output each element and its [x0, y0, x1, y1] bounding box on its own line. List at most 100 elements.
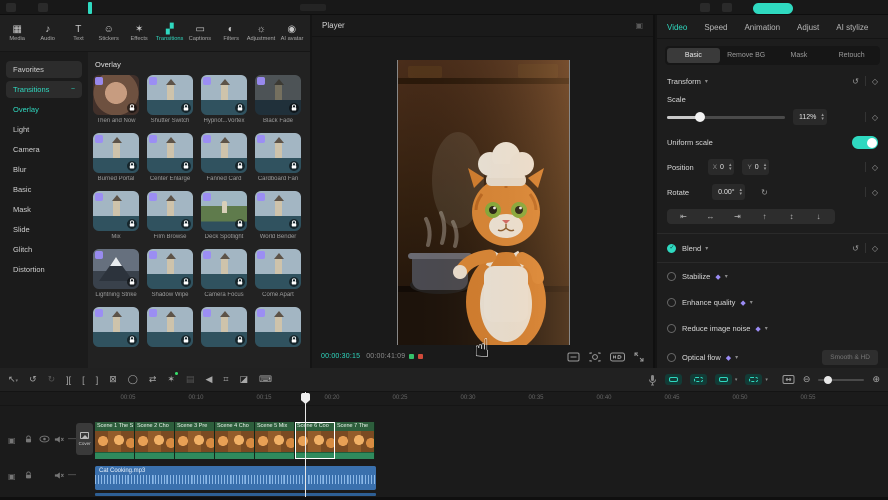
export-button[interactable]	[753, 3, 793, 14]
chevron-down-icon[interactable]: ▾	[705, 78, 708, 85]
trim-left-icon[interactable]: [	[82, 375, 85, 385]
auto-snap-icon[interactable]	[690, 374, 707, 385]
chevron-down-icon[interactable]: ▾	[765, 377, 768, 383]
inspector-tab[interactable]: Animation	[744, 23, 780, 32]
align-icon[interactable]: ⇥	[726, 212, 749, 221]
align-icon[interactable]: ↓	[807, 212, 830, 221]
chevron-down-icon[interactable]: ▾	[735, 354, 738, 361]
mute-clip-icon[interactable]: ◀	[205, 374, 212, 385]
trim-right-icon[interactable]: ]	[96, 375, 99, 385]
mute-track-icon[interactable]	[54, 435, 64, 444]
video-preview[interactable]	[397, 60, 570, 347]
stepper-down-icon[interactable]: ▾	[821, 117, 824, 121]
transition-item[interactable]: Mix	[93, 191, 139, 241]
preview-axis-icon[interactable]	[745, 374, 762, 385]
scale-value-box[interactable]: 112% ▴▾	[793, 109, 827, 125]
undo-icon[interactable]: ↺	[29, 374, 37, 385]
transition-thumbnail[interactable]	[201, 307, 247, 347]
transition-thumbnail[interactable]	[255, 133, 301, 173]
asset-toolbar-tab[interactable]: ✶ Effects	[124, 24, 155, 42]
sidebar-category-item[interactable]: Camera	[6, 141, 82, 158]
rotate-value-box[interactable]: 0.00° ▴▾	[712, 184, 745, 200]
timeline-zoom-slider[interactable]	[818, 379, 864, 381]
transition-item[interactable]: Black Fade	[255, 75, 301, 125]
align-icon[interactable]: ↑	[753, 212, 776, 221]
stepper-down-icon[interactable]: ▾	[729, 167, 732, 171]
sidebar-category-item[interactable]: Glitch	[6, 241, 82, 258]
align-icon[interactable]: ⇤	[672, 212, 695, 221]
transition-item[interactable]: Deck Spotlight	[201, 191, 247, 241]
sidebar-category-item[interactable]: Blur	[6, 161, 82, 178]
transition-thumbnail[interactable]	[93, 191, 139, 231]
sidebar-category-item[interactable]: Light	[6, 121, 82, 138]
asset-toolbar-tab[interactable]: ☺ Stickers	[94, 24, 125, 42]
sidebar-category-item[interactable]: Favorites	[6, 61, 82, 78]
feature-checkbox[interactable]	[667, 353, 676, 362]
transition-thumbnail[interactable]	[147, 133, 193, 173]
chevron-down-icon[interactable]: ▾	[735, 377, 738, 383]
fullscreen-icon[interactable]	[634, 352, 644, 362]
feature-checkbox[interactable]	[667, 324, 676, 333]
video-clip[interactable]: Scene 3 Pre	[175, 422, 215, 459]
video-clip[interactable]: Scene 5 Mix	[255, 422, 295, 459]
sidebar-category-item[interactable]: Slide	[6, 221, 82, 238]
transition-item[interactable]: Shutter Switch	[147, 75, 193, 125]
inspector-tab[interactable]: AI stylize	[836, 23, 868, 32]
stepper-down-icon[interactable]: ▾	[764, 167, 767, 171]
sidebar-category-item[interactable]: Distortion	[6, 261, 82, 278]
chevron-down-icon[interactable]: ▾	[765, 325, 768, 332]
position-x-box[interactable]: X 0 ▴▾	[708, 159, 735, 175]
transition-thumbnail[interactable]	[255, 75, 301, 115]
rotate-dial-icon[interactable]: ↻	[761, 188, 768, 197]
transition-item[interactable]: Burned Portal	[93, 133, 139, 183]
video-clip[interactable]: Scene 1 The S	[95, 422, 135, 459]
zoom-out-icon[interactable]: ⊖	[803, 374, 811, 385]
transition-item[interactable]	[255, 307, 301, 357]
feature-checkbox[interactable]	[667, 298, 676, 307]
minimize-icon[interactable]	[700, 3, 710, 12]
cover-button[interactable]: Cover	[76, 423, 93, 455]
asset-toolbar-tab[interactable]: T Text	[63, 24, 94, 42]
transition-item[interactable]	[201, 307, 247, 357]
transition-thumbnail[interactable]	[93, 307, 139, 347]
timeline-ruler[interactable]: 00:05 00:10 00:15 00:20 00:25 00:30 00:3…	[0, 392, 888, 406]
extract-audio-icon[interactable]: ⌗	[223, 374, 228, 385]
reverse-icon[interactable]: ⇄	[149, 374, 157, 385]
inspector-subtab[interactable]: Remove BG	[720, 48, 773, 63]
transition-thumbnail[interactable]	[93, 75, 139, 115]
asset-toolbar-tab[interactable]: ▞ Transitions	[155, 24, 186, 42]
main-track-magnet-icon[interactable]	[665, 374, 682, 385]
inspector-subtab[interactable]: Retouch	[825, 48, 878, 63]
asset-toolbar-tab[interactable]: ♪ Audio	[33, 24, 64, 42]
transition-item[interactable]	[147, 307, 193, 357]
zoom-in-icon[interactable]: ⊕	[872, 374, 880, 385]
home-icon[interactable]	[38, 3, 48, 12]
chevron-down-icon[interactable]: ▾	[750, 299, 753, 306]
ratio-icon[interactable]	[567, 352, 580, 362]
chevron-down-icon[interactable]: ▾	[705, 245, 708, 252]
align-icon[interactable]: ↔	[699, 212, 722, 221]
reset-icon[interactable]: ↺	[852, 244, 859, 253]
collapse-icon[interactable]: −	[71, 86, 75, 93]
inspector-subtab[interactable]: Mask	[773, 48, 826, 63]
asset-toolbar-tab[interactable]: ◐ Filters	[216, 24, 247, 42]
keyframe-icon[interactable]: ◇	[872, 77, 878, 86]
transition-thumbnail[interactable]	[147, 191, 193, 231]
uniform-scale-toggle[interactable]	[852, 136, 878, 149]
transition-thumbnail[interactable]	[201, 133, 247, 173]
feature-checkbox[interactable]	[667, 272, 676, 281]
scale-slider-knob[interactable]	[695, 112, 705, 122]
keyframe-icon[interactable]: ◇	[872, 244, 878, 253]
transition-item[interactable]: Film Browse	[147, 191, 193, 241]
transition-thumbnail[interactable]	[147, 249, 193, 289]
asset-toolbar-tab[interactable]: ▦ Media	[2, 24, 33, 42]
reset-icon[interactable]: ↺	[852, 77, 859, 86]
chevron-down-icon[interactable]: ▾	[725, 273, 728, 280]
transition-thumbnail[interactable]	[93, 249, 139, 289]
transition-item[interactable]: Then and Now	[93, 75, 139, 125]
freeze-frame-icon[interactable]: ◯	[128, 374, 138, 385]
player-layout-icon[interactable]: ▣	[635, 21, 643, 30]
layers-icon[interactable]: ▤	[186, 374, 195, 385]
align-icon[interactable]: ↕	[780, 212, 803, 221]
transition-item[interactable]: Come Apart	[255, 249, 301, 299]
